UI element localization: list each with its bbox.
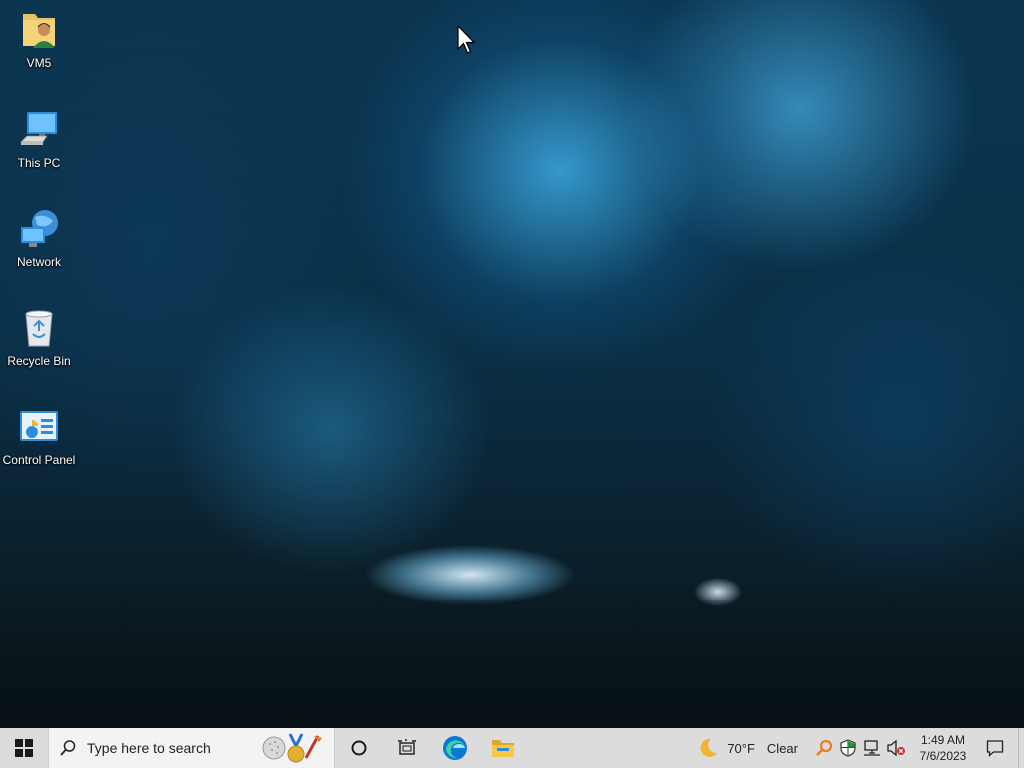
tray-security-button[interactable] <box>836 728 860 768</box>
action-center-button[interactable] <box>972 728 1018 768</box>
volume-muted-icon <box>887 739 905 757</box>
tray-search-app-button[interactable] <box>812 728 836 768</box>
clock-date: 7/6/2023 <box>919 749 967 763</box>
edge-icon <box>443 736 467 760</box>
recycle-bin-icon <box>25 310 53 347</box>
weather-temperature: 70°F <box>727 740 755 756</box>
edge-button[interactable] <box>431 728 479 768</box>
desktop-icon-this-pc[interactable]: This PC <box>0 108 78 170</box>
mouse-cursor-icon <box>457 25 476 54</box>
cortana-button[interactable] <box>335 728 383 768</box>
task-view-button[interactable] <box>383 728 431 768</box>
moon-icon <box>700 738 718 757</box>
search-placeholder: Type here to search <box>87 740 211 756</box>
notification-icon <box>986 740 1004 757</box>
computer-icon <box>20 112 57 145</box>
task-view-icon <box>398 739 416 755</box>
desktop-icon-label: Control Panel <box>2 453 76 467</box>
desktop-icon-label: Network <box>16 255 61 269</box>
taskbar-clock[interactable]: 1:49 AM 7/6/2023 <box>914 732 972 764</box>
tray-volume-button[interactable] <box>884 728 908 768</box>
clock-time: 1:49 AM <box>920 733 966 747</box>
user-folder-icon <box>23 14 55 48</box>
control-panel-icon <box>20 411 58 441</box>
cortana-circle-icon <box>351 740 367 756</box>
system-tray: 70°F Clear 1:49 AM 7/6/2023 <box>697 728 1024 768</box>
magnifier-orange-icon <box>816 739 833 756</box>
network-wired-icon <box>864 740 880 756</box>
taskbar-search-box[interactable]: Type here to search <box>48 728 335 768</box>
weather-widget[interactable]: 70°F Clear <box>697 737 798 759</box>
desktop-icon-recycle-bin[interactable]: Recycle Bin <box>0 306 78 368</box>
desktop-icon-label: This PC <box>17 156 61 170</box>
tray-network-button[interactable] <box>860 728 884 768</box>
desktop-icon-label: Recycle Bin <box>7 354 71 368</box>
show-desktop-button[interactable] <box>1018 728 1024 768</box>
search-icon <box>60 740 76 756</box>
windows-logo-icon <box>15 739 33 757</box>
desktop-icon-control-panel[interactable]: Control Panel <box>0 405 78 467</box>
start-button[interactable] <box>0 728 48 768</box>
file-explorer-button[interactable] <box>479 728 527 768</box>
desktop-icon-vm5[interactable]: VM5 <box>0 8 78 70</box>
folder-icon <box>492 740 514 757</box>
desktop-icon-network[interactable]: Network <box>0 207 78 269</box>
taskbar: Type here to search 70°F Clear 1:49 AM 7… <box>0 728 1024 768</box>
weather-condition: Clear <box>766 740 798 756</box>
desktop-icon-label: VM5 <box>26 56 52 70</box>
shield-icon <box>840 739 856 757</box>
wallpaper-floor-shade <box>0 600 1024 728</box>
network-icon <box>21 210 58 247</box>
search-highlight-sports-icon[interactable] <box>260 732 328 764</box>
